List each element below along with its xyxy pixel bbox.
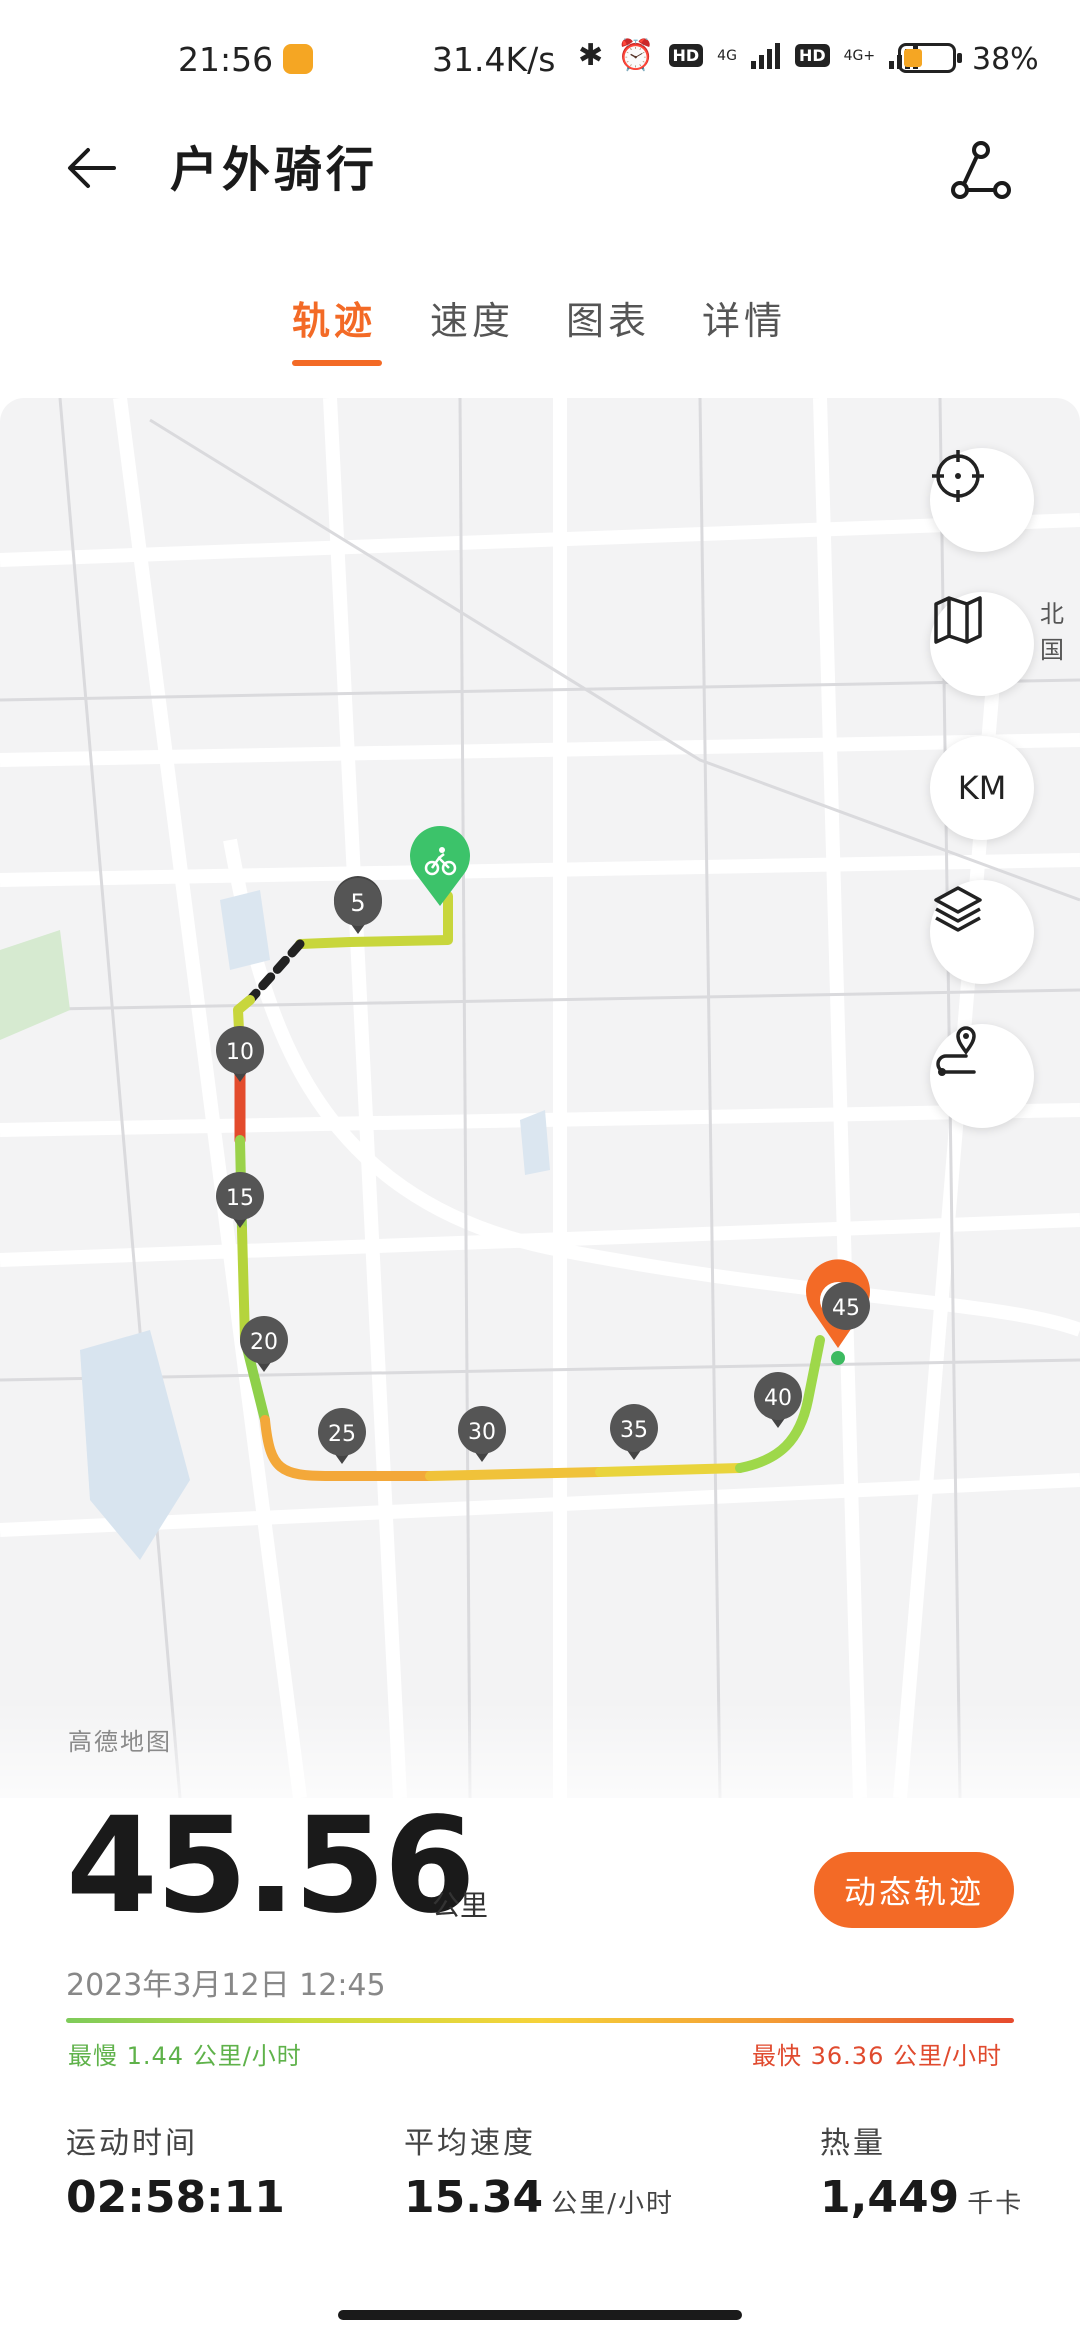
locate-button[interactable] — [930, 448, 1034, 552]
km-marker-label: 25 — [328, 1422, 356, 1447]
km-marker-label: 40 — [764, 1386, 792, 1411]
signal-4g-label: 4G — [717, 47, 737, 64]
route-pin-button[interactable] — [930, 1024, 1034, 1128]
km-marker: 5 — [333, 876, 382, 934]
battery-icon — [898, 43, 962, 73]
km-marker-label: 5 — [350, 889, 365, 917]
km-marker: 45 — [822, 1282, 870, 1330]
tab-track[interactable]: 轨迹 — [292, 290, 376, 345]
map-edge-label: 国 — [1040, 636, 1064, 664]
distance-unit: 公里 — [432, 1889, 489, 1922]
route-pin-icon — [936, 1026, 976, 1076]
speed-legend-bar — [66, 2018, 1014, 2023]
km-marker-label: 15 — [226, 1186, 254, 1211]
km-marker: 35 — [610, 1404, 658, 1460]
activity-datetime: 2023年3月12日 12:45 — [66, 1968, 386, 2003]
map-canvas: 5 10 15 20 25 30 35 40 45 — [0, 398, 1080, 1798]
km-marker: 40 — [754, 1372, 802, 1428]
home-indicator[interactable] — [338, 2310, 742, 2320]
page-title: 户外骑行 — [170, 142, 379, 198]
km-label: KM — [957, 769, 1007, 807]
km-marker-label: 45 — [832, 1296, 860, 1321]
km-toggle-button[interactable]: KM — [930, 736, 1034, 840]
slowest-speed: 最慢 1.44 公里/小时 — [68, 2042, 302, 2070]
map-icon — [934, 596, 982, 644]
dynamic-track-button[interactable]: 动态轨迹 — [814, 1852, 1014, 1928]
crosshair-icon — [932, 450, 984, 502]
back-arrow-icon[interactable] — [62, 138, 122, 198]
alarm-icon: ⏰ — [617, 38, 655, 73]
stat-unit: 千卡 — [967, 2189, 1024, 2219]
layers-button[interactable] — [930, 880, 1034, 984]
tab-charts[interactable]: 图表 — [566, 290, 650, 345]
total-distance: 45.56 — [66, 1789, 476, 1943]
signal-bars-icon — [750, 42, 780, 69]
battery-percent: 38% — [972, 42, 1039, 77]
route-share-icon[interactable] — [948, 138, 1014, 204]
stat-label-calories: 热量 — [820, 2126, 886, 2161]
status-bar: 21:56 31.4K/s ✱ ⏰ HD 4G HD 4G+ 38% — [0, 0, 1080, 110]
map-provider-credit: 高德地图 — [68, 1728, 172, 1756]
hd-badge: HD — [794, 44, 830, 67]
app-notification-icon — [283, 44, 313, 74]
km-marker: 25 — [318, 1408, 366, 1464]
layers-icon — [934, 886, 982, 932]
km-marker: 30 — [458, 1406, 506, 1462]
map-type-button[interactable] — [930, 592, 1034, 696]
map-edge-label: 北 — [1040, 600, 1064, 628]
hd-badge: HD — [668, 44, 704, 67]
km-marker-label: 20 — [250, 1330, 278, 1355]
tab-details[interactable]: 详情 — [702, 290, 786, 345]
network-speed: 31.4K/s — [432, 40, 556, 79]
tab-bar: 轨迹 速度 图表 详情 — [0, 290, 1080, 370]
stat-unit: 公里/小时 — [551, 2189, 674, 2219]
start-pin-bike-icon — [410, 826, 470, 906]
status-time: 21:56 — [178, 40, 274, 79]
stat-value-avg-speed: 15.34 公里/小时 — [404, 2172, 674, 2223]
stat-value-calories: 1,449 千卡 — [820, 2172, 1024, 2223]
km-marker-label: 10 — [226, 1040, 254, 1065]
bluetooth-icon: ✱ — [578, 38, 604, 73]
route-map[interactable]: 5 10 15 20 25 30 35 40 45 KM — [0, 398, 1080, 1798]
stat-label-duration: 运动时间 — [66, 2126, 198, 2161]
stat-value-duration: 02:58:11 — [66, 2172, 285, 2223]
km-marker-label: 30 — [468, 1420, 496, 1445]
active-tab-indicator — [292, 360, 382, 366]
stat-label-avg-speed: 平均速度 — [404, 2126, 536, 2161]
ride-track — [233, 891, 825, 1481]
signal-4g-plus-label: 4G+ — [843, 47, 876, 64]
km-marker: 10 — [216, 1026, 264, 1082]
tab-speed[interactable]: 速度 — [430, 290, 514, 345]
fastest-speed: 最快 36.36 公里/小时 — [752, 2042, 1003, 2070]
km-marker-label: 35 — [620, 1418, 648, 1443]
